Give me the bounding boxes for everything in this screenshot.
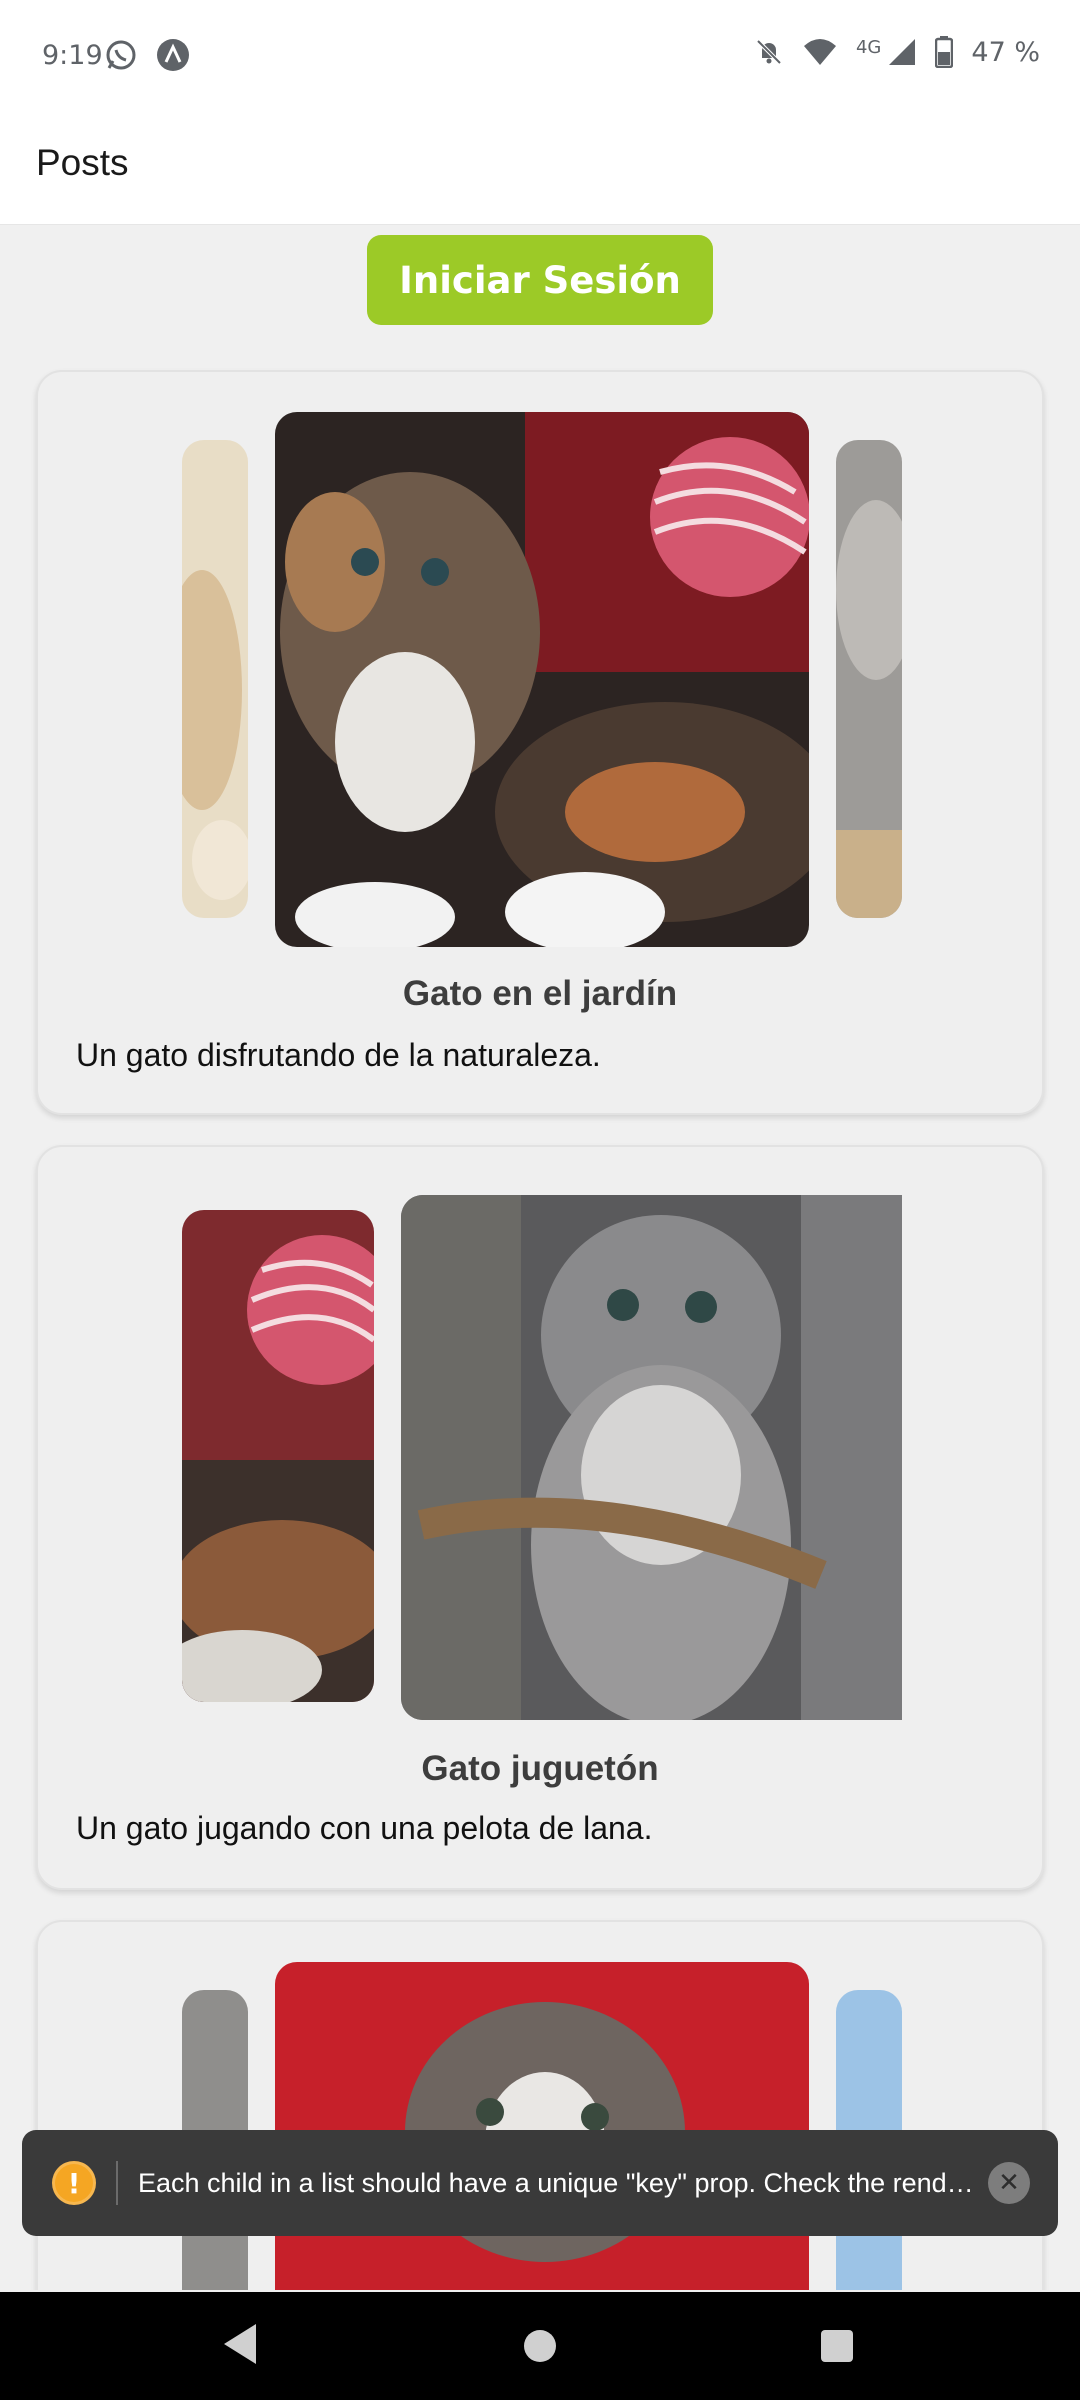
signal-icon	[889, 39, 916, 65]
image-carousel[interactable]	[182, 412, 902, 947]
warning-icon: !	[52, 2161, 96, 2205]
status-time: 9:19	[42, 40, 103, 71]
app-icon	[157, 39, 189, 71]
recents-icon[interactable]	[821, 2330, 853, 2362]
app-header: Posts	[0, 118, 1080, 225]
notification-icons	[104, 38, 190, 72]
post-card: Gato en el jardín Un gato disfrutando de…	[36, 370, 1044, 1115]
post-title: Gato en el jardín	[402, 974, 678, 1013]
close-icon[interactable]: ✕	[988, 2162, 1030, 2204]
post-description: Un gato jugando con una pelota de lana.	[76, 1810, 653, 1846]
posts-list[interactable]: Iniciar Sesión Gato en el jardín Un gato…	[0, 225, 1080, 2290]
post-card: Gato juguetón Un gato jugando con una pe…	[36, 1145, 1044, 1890]
battery-percent: 47 %	[971, 36, 1040, 68]
whatsapp-icon	[106, 40, 136, 70]
network-type: 4G	[855, 36, 882, 58]
warning-toast[interactable]: ! Each child in a list should have a uni…	[22, 2130, 1058, 2236]
status-bar: 9:19 4G 47 %	[0, 0, 1080, 118]
home-icon[interactable]	[524, 2330, 556, 2362]
carousel-image-next[interactable]	[836, 440, 902, 918]
page-title: Posts	[36, 142, 129, 183]
carousel-image-prev[interactable]	[182, 440, 248, 918]
image-carousel[interactable]	[182, 1962, 902, 2290]
wifi-icon	[803, 39, 836, 65]
carousel-image-current[interactable]	[401, 1195, 902, 1720]
status-right-icons: 4G 47 %	[754, 36, 1040, 68]
toast-divider	[116, 2161, 118, 2205]
post-title: Gato juguetón	[421, 1749, 659, 1788]
battery-icon	[935, 36, 954, 68]
toast-message: Each child in a list should have a uniqu…	[138, 2167, 974, 2198]
post-description: Un gato disfrutando de la naturaleza.	[76, 1037, 601, 1073]
login-button[interactable]: Iniciar Sesión	[367, 235, 713, 325]
dnd-bell-off-icon	[756, 39, 782, 65]
carousel-image-current[interactable]	[275, 1962, 809, 2290]
system-nav-bar	[0, 2292, 1080, 2400]
carousel-image-current[interactable]	[275, 412, 809, 947]
image-carousel[interactable]	[182, 1195, 902, 1720]
back-icon[interactable]	[222, 2322, 258, 2366]
carousel-image-prev[interactable]	[182, 1210, 374, 1702]
